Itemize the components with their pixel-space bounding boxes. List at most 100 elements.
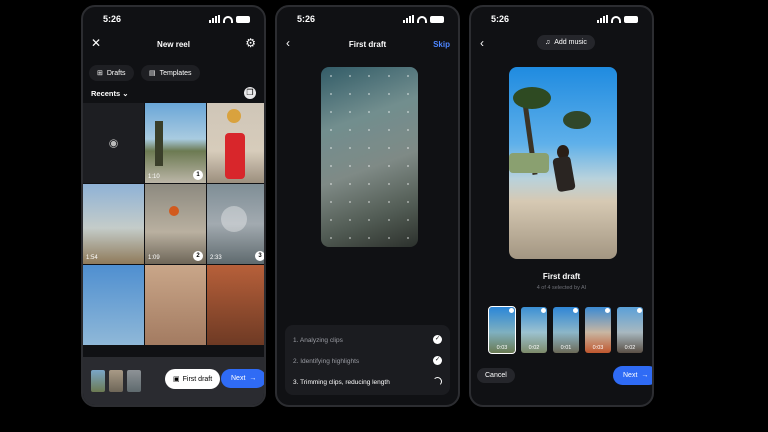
draft-video-preview[interactable]: [509, 67, 617, 259]
add-music-label: Add music: [554, 39, 587, 46]
media-item[interactable]: [145, 265, 206, 345]
duration-label: 1:09: [148, 255, 160, 261]
progress-steps: 1. Analyzing clips ✓ 2. Identifying high…: [285, 325, 450, 395]
person-hat: [227, 109, 241, 123]
tab-templates-label: Templates: [159, 69, 192, 77]
media-item[interactable]: [207, 265, 264, 345]
chevron-down-icon: ⌄: [122, 89, 129, 98]
remove-clip-icon[interactable]: [573, 308, 578, 313]
selected-thumb[interactable]: [109, 370, 123, 392]
status-icons: [597, 15, 638, 23]
clip-thumb[interactable]: 0:02: [617, 307, 643, 353]
page-title: First draft: [348, 40, 387, 49]
next-button[interactable]: Next →: [221, 369, 264, 388]
bushes: [509, 153, 549, 173]
wifi-icon: [223, 15, 233, 23]
selection-number: 1: [193, 170, 203, 180]
tab-drafts-label: Drafts: [106, 69, 126, 77]
first-draft-button[interactable]: ▣ First draft: [165, 369, 221, 389]
check-icon: ✓: [433, 356, 442, 365]
step-item: 1. Analyzing clips ✓: [293, 335, 442, 344]
step-label: 3. Trimming clips, reducing length: [293, 379, 390, 386]
skater-body: [552, 155, 576, 193]
recents-dropdown[interactable]: Recents ⌄: [91, 89, 129, 98]
phone-first-draft-result: 5:26 ‹ ♫ Add music First draft 4 of 4 se…: [469, 5, 654, 407]
clip-thumb[interactable]: 0:03: [488, 306, 516, 354]
check-icon: ✓: [433, 335, 442, 344]
tab-drafts[interactable]: ⊞ Drafts: [89, 65, 134, 81]
remove-clip-icon[interactable]: [637, 308, 642, 313]
selection-bar: ▣ First draft Next →: [83, 357, 264, 405]
wifi-icon: [417, 15, 427, 23]
draft-icon: ▣: [173, 376, 180, 383]
media-grid: ◉ 1:10 1 1:54 1:09 2 2:33 3: [83, 103, 264, 363]
clip-duration: 0:01: [560, 345, 572, 351]
wifi-icon: [611, 15, 621, 23]
selection-number: 3: [255, 251, 264, 261]
signal-icon: [209, 15, 220, 23]
clip-thumb[interactable]: 0:02: [521, 307, 547, 353]
cancel-button[interactable]: Cancel: [477, 368, 515, 383]
draft-preview-blurred: [321, 67, 418, 247]
loading-spinner-icon: [433, 377, 442, 386]
status-bar: 5:26: [277, 13, 458, 27]
battery-icon: [430, 15, 444, 23]
remove-clip-icon[interactable]: [541, 308, 546, 313]
media-item[interactable]: [207, 103, 264, 183]
chevron-left-icon[interactable]: ‹: [480, 37, 484, 49]
multi-select-icon[interactable]: ❐: [244, 87, 256, 99]
selected-thumb[interactable]: [91, 370, 105, 392]
arrow-right-icon: →: [641, 372, 649, 379]
first-draft-label: First draft: [182, 375, 213, 383]
templates-icon: ▤: [149, 70, 156, 77]
gear-icon[interactable]: ⚙: [245, 37, 256, 49]
remove-clip-icon[interactable]: [605, 308, 610, 313]
media-item[interactable]: 2:33 3: [207, 184, 264, 264]
status-bar: 5:26: [471, 13, 652, 27]
media-item[interactable]: 1:10 1: [145, 103, 206, 183]
music-note-icon: ♫: [545, 39, 551, 46]
selected-thumb[interactable]: [127, 370, 141, 392]
media-item[interactable]: 1:54: [83, 184, 144, 264]
next-button[interactable]: Next →: [613, 366, 652, 385]
processing-dot-grid: [321, 67, 418, 247]
page-title: New reel: [157, 40, 190, 49]
media-item[interactable]: 1:09 2: [145, 184, 206, 264]
status-icons: [209, 15, 250, 23]
tab-templates[interactable]: ▤ Templates: [141, 65, 200, 81]
status-time: 5:26: [491, 14, 510, 24]
draft-subtitle: 4 of 4 selected by AI: [536, 285, 587, 291]
media-item[interactable]: [83, 265, 144, 345]
clip-duration: 0:03: [592, 345, 604, 351]
clip-duration: 0:03: [496, 345, 508, 351]
phone-new-reel: 5:26 ✕ New reel ⚙ ⊞ Drafts ▤ Templates R…: [81, 5, 266, 407]
next-label: Next: [623, 372, 638, 379]
status-time: 5:26: [103, 14, 122, 24]
selection-number: 2: [193, 251, 203, 261]
skip-link[interactable]: Skip: [433, 40, 450, 49]
palm-fronds: [563, 111, 591, 129]
clip-thumb[interactable]: 0:03: [585, 307, 611, 353]
phone-first-draft-loading: 5:26 ‹ First draft Skip 1. Analyzing cli…: [275, 5, 460, 407]
clip-thumb[interactable]: 0:01: [553, 307, 579, 353]
signal-icon: [597, 15, 608, 23]
step-label: 2. Identifying highlights: [293, 358, 360, 365]
duration-label: 2:33: [210, 255, 222, 261]
battery-icon: [236, 15, 250, 23]
add-music-button[interactable]: ♫ Add music: [537, 35, 595, 50]
recents-label: Recents: [91, 89, 121, 98]
duration-label: 1:54: [86, 255, 98, 261]
arrow-right-icon: →: [249, 375, 257, 382]
clip-duration: 0:02: [528, 345, 540, 351]
draft-title: First draft: [542, 272, 581, 281]
next-label: Next: [231, 375, 246, 382]
camera-cell[interactable]: ◉: [83, 103, 144, 183]
step-item-active: 3. Trimming clips, reducing length: [293, 377, 442, 386]
status-icons: [403, 15, 444, 23]
battery-icon: [624, 15, 638, 23]
remove-clip-icon[interactable]: [509, 308, 514, 313]
clip-duration: 0:02: [624, 345, 636, 351]
step-label: 1. Analyzing clips: [293, 337, 343, 344]
skater: [169, 206, 179, 216]
status-bar: 5:26: [83, 13, 264, 27]
